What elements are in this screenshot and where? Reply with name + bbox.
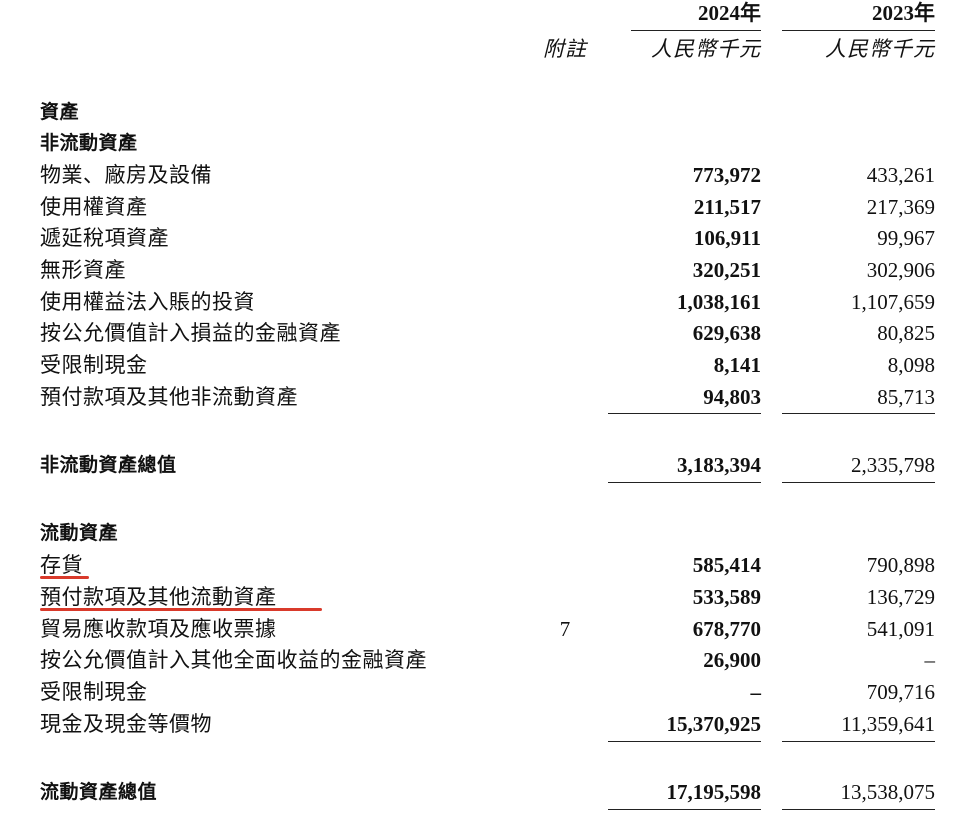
note-ref: 7 <box>559 617 571 641</box>
value-2024: 15,370,925 <box>666 712 762 736</box>
subtotal-rule-2024 <box>608 413 761 414</box>
table-row: 存貨 585,414 790,898 <box>0 550 960 580</box>
value-2023: 709,716 <box>866 680 935 704</box>
section-title: 非流動資產 <box>40 132 138 154</box>
row-label: 預付款項及其他非流動資產 <box>40 385 298 409</box>
section-title: 流動資產 <box>40 522 119 544</box>
header-year-2023: 2023年 <box>872 1 935 25</box>
value-2024: 585,414 <box>692 553 761 577</box>
row-label: 按公允價值計入其他全面收益的金融資產 <box>40 648 427 672</box>
table-row: 無形資產 320,251 302,906 <box>0 255 960 285</box>
value-2024: 8,141 <box>713 353 761 377</box>
value-2023: 80,825 <box>877 321 935 345</box>
header-unit-2023: 人民幣千元 <box>825 37 935 61</box>
section-current: 流動資產 <box>0 518 960 548</box>
row-label: 受限制現金 <box>40 353 148 377</box>
table-row: 按公允價值計入其他全面收益的金融資產 26,900 – <box>0 645 960 675</box>
total-row-non-current: 非流動資產總值 3,183,394 2,335,798 <box>0 450 960 480</box>
table-row: 按公允價值計入損益的金融資產 629,638 80,825 <box>0 318 960 348</box>
header-rule-2024 <box>631 30 761 31</box>
section-title: 資產 <box>40 101 80 123</box>
row-label: 受限制現金 <box>40 680 148 704</box>
value-2023: 99,967 <box>877 226 935 250</box>
value-2024: 106,911 <box>693 226 761 250</box>
table-row: 使用權資產 211,517 217,369 <box>0 192 960 222</box>
value-2023: 11,359,641 <box>841 712 935 736</box>
table-row: 受限制現金 – 709,716 <box>0 677 960 707</box>
value-2024: – <box>750 680 762 704</box>
value-2023: 217,369 <box>866 195 935 219</box>
total-rule-2023 <box>782 482 935 483</box>
value-2024: 773,972 <box>692 163 761 187</box>
value-2023: – <box>924 648 936 672</box>
row-label: 遞延稅項資產 <box>40 226 169 250</box>
header-note-label: 附註 <box>543 37 587 61</box>
section-assets: 資產 <box>0 97 960 127</box>
total-2023: 2,335,798 <box>851 453 935 477</box>
table-row: 預付款項及其他非流動資產 94,803 85,713 <box>0 382 960 412</box>
subtotal-rule-2024 <box>608 741 761 742</box>
section-non-current: 非流動資產 <box>0 128 960 158</box>
value-2024: 533,589 <box>692 585 761 609</box>
subtotal-rule-2023 <box>782 741 935 742</box>
table-row: 受限制現金 8,141 8,098 <box>0 350 960 380</box>
row-label: 無形資產 <box>40 258 126 282</box>
value-2024: 1,038,161 <box>677 290 761 314</box>
value-2024: 211,517 <box>693 195 761 219</box>
value-2023: 1,107,659 <box>851 290 935 314</box>
row-label: 貿易應收款項及應收票據 <box>40 617 277 641</box>
total-label: 非流動資產總值 <box>40 454 177 476</box>
table-row: 物業、廠房及設備 773,972 433,261 <box>0 160 960 190</box>
value-2023: 8,098 <box>887 353 935 377</box>
header-rule-2023 <box>782 30 935 31</box>
total-rule-2024 <box>608 809 761 810</box>
table-row: 現金及現金等價物 15,370,925 11,359,641 <box>0 709 960 739</box>
value-2023: 541,091 <box>866 617 935 641</box>
row-label: 現金及現金等價物 <box>40 712 212 736</box>
value-2024: 94,803 <box>703 385 761 409</box>
value-2023: 302,906 <box>866 258 935 282</box>
value-2023: 85,713 <box>877 385 935 409</box>
highlight-underline <box>40 576 89 579</box>
value-2023: 790,898 <box>866 553 935 577</box>
table-row: 遞延稅項資產 106,911 99,967 <box>0 223 960 253</box>
table-row: 使用權益法入賬的投資 1,038,161 1,107,659 <box>0 287 960 317</box>
value-2023: 433,261 <box>866 163 935 187</box>
header-year-2024: 2024年 <box>698 1 761 25</box>
row-label: 物業、廠房及設備 <box>40 163 212 187</box>
value-2023: 136,729 <box>866 585 935 609</box>
row-label: 按公允價值計入損益的金融資產 <box>40 321 341 345</box>
total-2023: 13,538,075 <box>840 780 936 804</box>
total-2024: 17,195,598 <box>666 780 762 804</box>
value-2024: 320,251 <box>692 258 761 282</box>
highlight-underline <box>40 608 322 611</box>
total-2024: 3,183,394 <box>677 453 761 477</box>
balance-sheet: 2024年 2023年 附註 人民幣千元 人民幣千元 資產 非流動資產 物業、廠… <box>0 0 960 839</box>
row-label: 使用權資產 <box>40 195 148 219</box>
value-2024: 629,638 <box>692 321 761 345</box>
total-label: 流動資產總值 <box>40 781 158 803</box>
total-row-current: 流動資產總值 17,195,598 13,538,075 <box>0 777 960 807</box>
total-rule-2023 <box>782 809 935 810</box>
total-rule-2024 <box>608 482 761 483</box>
value-2024: 678,770 <box>692 617 761 641</box>
subtotal-rule-2023 <box>782 413 935 414</box>
row-label: 使用權益法入賬的投資 <box>40 290 255 314</box>
value-2024: 26,900 <box>703 648 761 672</box>
header-unit-2024: 人民幣千元 <box>651 37 761 61</box>
table-row: 貿易應收款項及應收票據 7 678,770 541,091 <box>0 614 960 644</box>
